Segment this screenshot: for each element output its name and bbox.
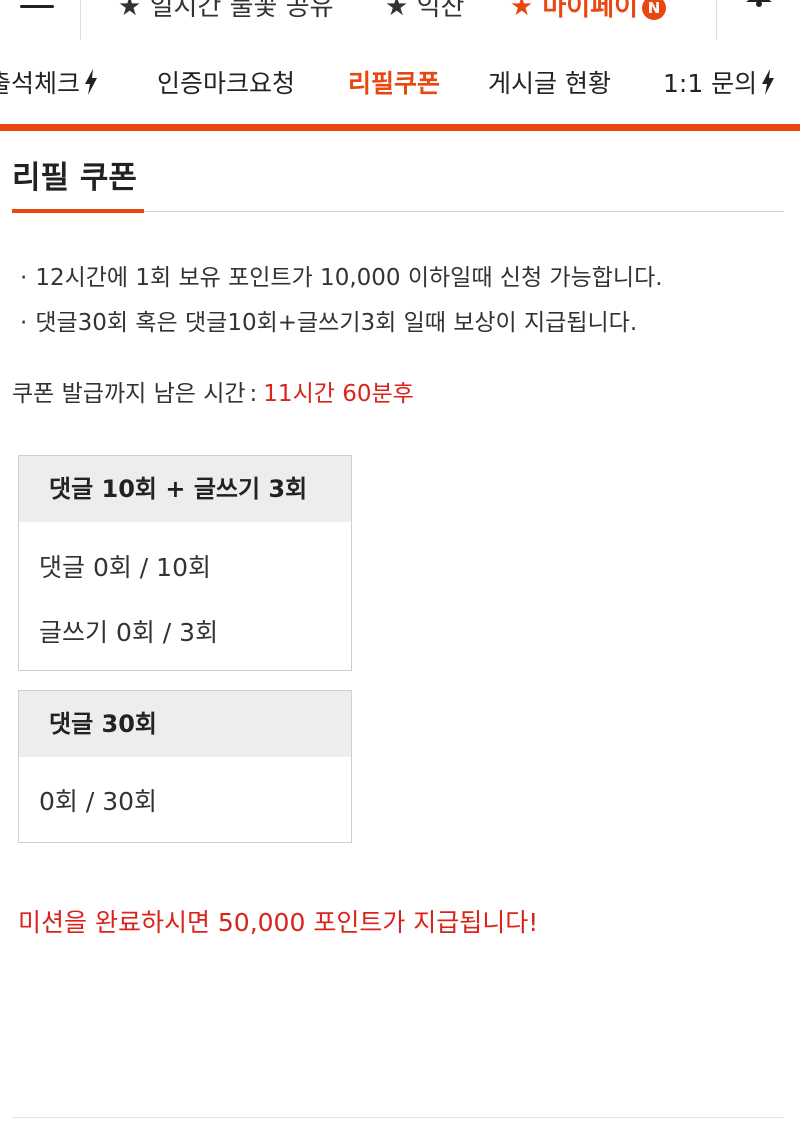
coupon-timer: 쿠폰 발급까지 남은 시간:11시간 60분후 [12, 374, 414, 408]
timer-label: 쿠폰 발급까지 남은 시간 [12, 381, 246, 407]
notice-text: 댓글30회 혹은 댓글10회+글쓰기3회 일때 보상이 지급됩니다. [35, 310, 638, 336]
mission-title: 댓글 10회 + 글쓰기 3회 [19, 456, 351, 522]
subnav-accent-bar [0, 124, 800, 131]
sub-navigation: 출석체크 인증마크요청 리필쿠폰 게시글 현황 1:1 문의 [0, 40, 800, 124]
tab-attendance[interactable]: 출석체크 [0, 64, 98, 100]
lightning-icon [85, 69, 98, 95]
tab-inquiry-label: 1:1 문의 [663, 69, 758, 98]
new-badge: N [642, 0, 667, 20]
tab-refill-coupon[interactable]: 리필쿠폰 [348, 64, 440, 100]
topbar-item-2[interactable]: ★ 익찬 [385, 0, 464, 23]
topbar-item-1[interactable]: ★ 일시간 불꽃 공유 [118, 0, 334, 23]
mission-title: 댓글 30회 [19, 691, 351, 757]
top-app-bar: ★ 일시간 불꽃 공유 ★ 익찬 ★ 마이페이 N [0, 0, 800, 41]
topbar-divider [80, 0, 81, 40]
mission-progress-row: 글쓰기 0회 / 3회 [39, 618, 219, 647]
topbar-item-mypage[interactable]: ★ 마이페이 N [510, 0, 667, 23]
page-title: 리필 쿠폰 [12, 160, 137, 196]
mission-progress-row: 0회 / 30회 [39, 787, 158, 816]
tab-inquiry[interactable]: 1:1 문의 [663, 64, 775, 100]
bullet: · [20, 265, 28, 291]
notice-item: · 12시간에 1회 보유 포인트가 10,000 이하일때 신청 가능합니다. [20, 258, 663, 292]
tab-attendance-label: 출석체크 [0, 69, 81, 98]
notice-text: 12시간에 1회 보유 포인트가 10,000 이하일때 신청 가능합니다. [35, 265, 663, 291]
topbar-item-mypage-label: ★ 마이페이 [510, 0, 639, 22]
tab-certification-request[interactable]: 인증마크요청 [157, 64, 295, 100]
reward-message: 미션을 완료하시면 50,000 포인트가 지급됩니다! [18, 908, 539, 937]
bell-icon[interactable] [746, 0, 772, 8]
title-underline [12, 209, 144, 213]
hamburger-menu-icon[interactable] [20, 0, 54, 12]
mission-box: 댓글 30회 0회 / 30회 [18, 690, 352, 843]
bullet: · [20, 310, 28, 336]
notice-item: · 댓글30회 혹은 댓글10회+글쓰기3회 일때 보상이 지급됩니다. [20, 303, 637, 337]
bottom-divider [12, 1117, 784, 1118]
timer-value: 11시간 60분후 [263, 381, 414, 407]
tab-post-status[interactable]: 게시글 현황 [488, 64, 611, 100]
topbar-divider [716, 0, 717, 40]
lightning-icon [762, 69, 775, 95]
mission-progress-row: 댓글 0회 / 10회 [39, 553, 211, 582]
timer-colon: : [249, 381, 258, 407]
mission-box: 댓글 10회 + 글쓰기 3회 댓글 0회 / 10회 글쓰기 0회 / 3회 [18, 455, 352, 671]
